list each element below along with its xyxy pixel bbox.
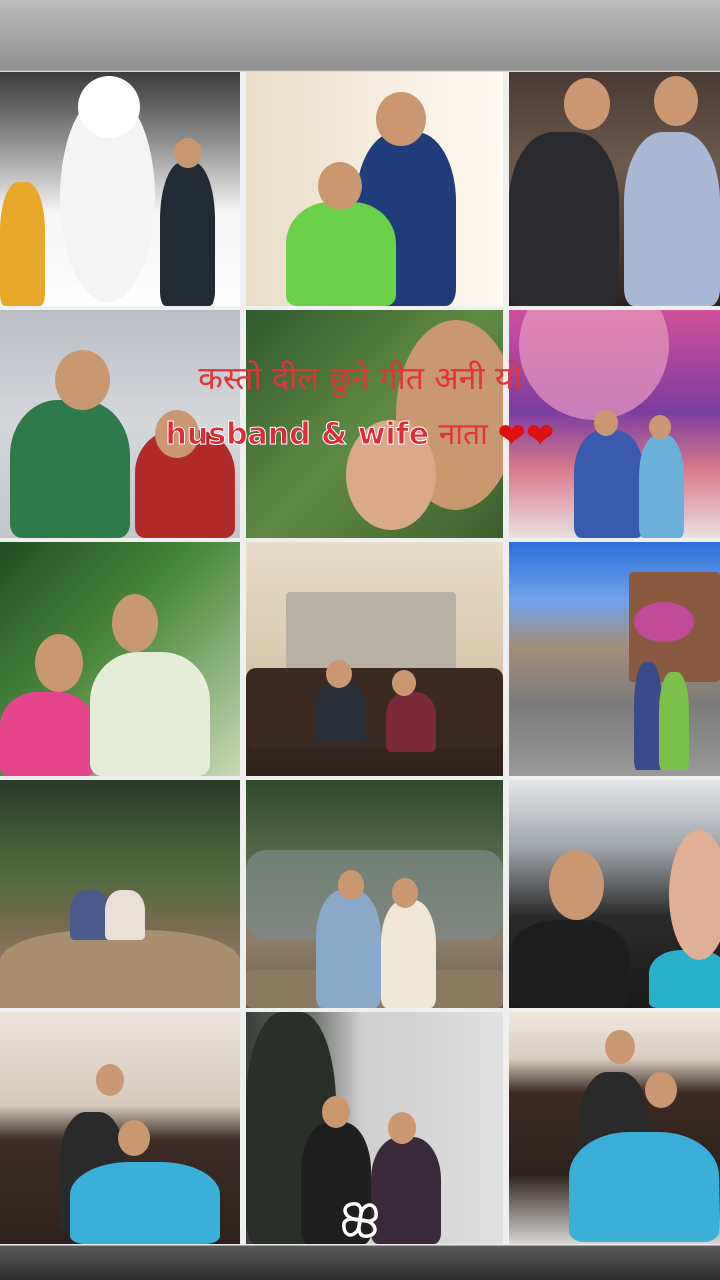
photo-car-selfie bbox=[509, 780, 720, 1008]
app-logo-icon[interactable] bbox=[330, 1190, 390, 1250]
caption-husband-wife: husband & wife bbox=[165, 417, 430, 453]
photo-collage bbox=[0, 72, 720, 1244]
photo-sofa-blue-dress bbox=[0, 1012, 240, 1244]
photo-snowman bbox=[0, 72, 240, 306]
photo-garden bbox=[0, 542, 240, 776]
photo-couple-sofa bbox=[509, 72, 720, 306]
photo-sofa-celebration bbox=[509, 1012, 720, 1244]
photo-living-room bbox=[246, 542, 503, 776]
caption-line-2: husband & wife नाता ❤❤ bbox=[0, 412, 720, 456]
photo-creek bbox=[246, 780, 503, 1008]
photo-river-rock bbox=[0, 780, 240, 1008]
photo-couple-indoor bbox=[246, 72, 503, 306]
caption-line-1: कस्तो दील छुने गीत अनी यो bbox=[198, 359, 522, 397]
photo-street bbox=[509, 542, 720, 776]
heart-icon: ❤❤ bbox=[497, 416, 555, 456]
caption-relation: नाता bbox=[438, 417, 488, 452]
